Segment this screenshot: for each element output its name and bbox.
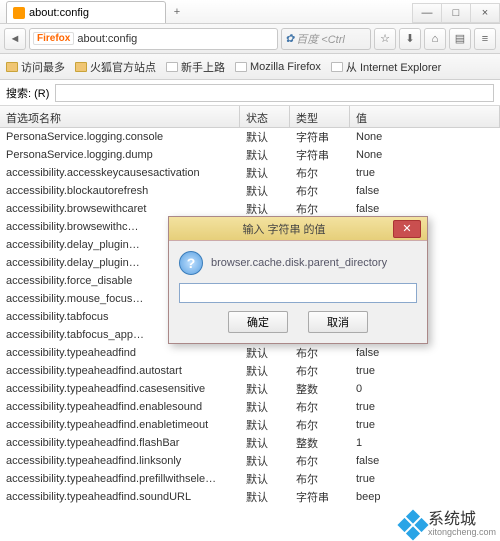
modal-mask: 输入 字符串 的值 ✕ ? browser.cache.disk.parent_… bbox=[0, 0, 500, 541]
dialog-close-button[interactable]: ✕ bbox=[393, 220, 421, 238]
watermark-en: xitongcheng.com bbox=[428, 528, 496, 537]
dialog-title: 输入 字符串 的值 bbox=[175, 221, 393, 237]
watermark-cn: 系统城 bbox=[428, 512, 496, 528]
dialog-input[interactable] bbox=[179, 283, 417, 303]
prompt-dialog: 输入 字符串 的值 ✕ ? browser.cache.disk.parent_… bbox=[168, 216, 428, 344]
watermark-logo bbox=[397, 509, 428, 540]
watermark: 系统城 xitongcheng.com bbox=[402, 512, 496, 537]
dialog-message: browser.cache.disk.parent_directory bbox=[211, 257, 387, 269]
question-icon: ? bbox=[179, 251, 203, 275]
ok-button[interactable]: 确定 bbox=[228, 311, 288, 333]
dialog-titlebar[interactable]: 输入 字符串 的值 ✕ bbox=[169, 217, 427, 241]
cancel-button[interactable]: 取消 bbox=[308, 311, 368, 333]
